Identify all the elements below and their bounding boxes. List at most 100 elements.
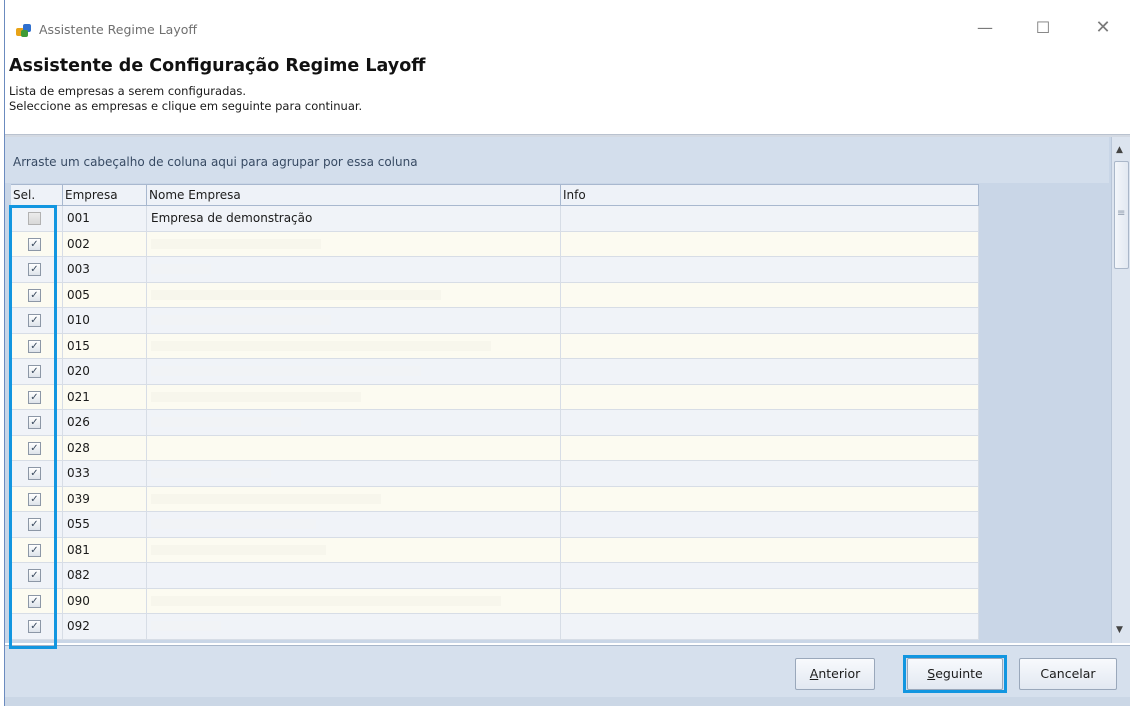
scroll-up-arrow-icon[interactable]: ▲ <box>1116 145 1123 155</box>
cancelar-button[interactable]: Cancelar <box>1019 658 1117 690</box>
page-title: Assistente de Configuração Regime Layoff <box>9 56 426 76</box>
vertical-scrollbar[interactable]: ▲ ≡ ▼ <box>1111 137 1130 643</box>
empresa-cell: 005 <box>63 282 147 307</box>
row-checkbox[interactable]: ✓ <box>28 212 41 225</box>
nome-empresa-cell <box>147 512 561 537</box>
group-by-hint: Arraste um cabeçalho de coluna aqui para… <box>13 155 418 169</box>
row-checkbox[interactable]: ✓ <box>28 620 41 633</box>
grip-icon: ≡ <box>1117 208 1126 219</box>
empresa-cell: 082 <box>63 563 147 588</box>
table-row[interactable]: ✓ 021 <box>11 384 979 410</box>
column-header-empresa[interactable]: Empresa <box>63 185 147 205</box>
redacted-name <box>151 238 321 249</box>
sel-cell: ✓ <box>11 384 63 409</box>
column-header-nome-empresa[interactable]: Nome Empresa <box>147 185 561 205</box>
table-row[interactable]: ✓ 005 <box>11 282 979 308</box>
sel-cell: ✓ <box>11 333 63 358</box>
nome-empresa-cell <box>147 384 561 409</box>
sel-cell: ✓ <box>11 537 63 562</box>
redacted-name <box>151 595 501 606</box>
nome-empresa-cell <box>147 486 561 511</box>
info-cell <box>561 384 979 409</box>
row-checkbox[interactable]: ✓ <box>28 543 41 557</box>
wizard-window: Assistente Regime Layoff — ☐ ✕ Assistent… <box>4 0 1130 706</box>
table-row[interactable]: ✓ 010 <box>11 308 979 334</box>
row-checkbox[interactable]: ✓ <box>28 365 41 378</box>
info-cell <box>561 333 979 358</box>
nome-empresa-cell <box>147 614 561 639</box>
table-row[interactable]: ✓ 015 <box>11 333 979 359</box>
column-header-info[interactable]: Info <box>561 185 979 205</box>
empresa-cell: 026 <box>63 410 147 435</box>
row-checkbox[interactable]: ✓ <box>28 314 41 327</box>
sel-cell: ✓ <box>11 588 63 613</box>
app-icon <box>16 24 31 37</box>
info-cell <box>561 257 979 282</box>
row-checkbox[interactable]: ✓ <box>28 492 41 506</box>
row-checkbox[interactable]: ✓ <box>28 467 41 480</box>
empresa-cell: 039 <box>63 486 147 511</box>
redacted-name <box>151 315 331 325</box>
info-cell <box>561 206 979 231</box>
empresa-cell: 001 <box>63 206 147 231</box>
empresa-cell: 003 <box>63 257 147 282</box>
table-row[interactable]: ✓ 081 <box>11 537 979 563</box>
window-title: Assistente Regime Layoff <box>39 22 197 37</box>
table-row[interactable]: ✓ 020 <box>11 359 979 385</box>
redacted-name <box>151 621 221 631</box>
close-button[interactable]: ✕ <box>1089 16 1117 40</box>
info-cell <box>561 537 979 562</box>
empresa-cell: 033 <box>63 461 147 486</box>
seguinte-button[interactable]: Seguinte <box>907 658 1003 690</box>
group-by-panel[interactable]: Arraste um cabeçalho de coluna aqui para… <box>5 137 1109 183</box>
table-row[interactable]: ✓ 003 <box>11 257 979 283</box>
maximize-button[interactable]: ☐ <box>1029 16 1057 40</box>
table-row[interactable]: ✓ 082 <box>11 563 979 589</box>
row-checkbox[interactable]: ✓ <box>28 569 41 582</box>
row-checkbox[interactable]: ✓ <box>28 416 41 429</box>
row-checkbox[interactable]: ✓ <box>28 518 41 531</box>
row-checkbox[interactable]: ✓ <box>28 263 41 276</box>
table-row[interactable]: ✓ 092 <box>11 614 979 640</box>
info-cell <box>561 308 979 333</box>
redacted-name <box>151 264 211 274</box>
nome-empresa-text: Empresa de demonstração <box>151 211 313 225</box>
redacted-name <box>151 366 421 376</box>
table-row[interactable]: ✓ 033 <box>11 461 979 487</box>
row-checkbox[interactable]: ✓ <box>28 390 41 404</box>
minimize-button[interactable]: — <box>971 16 999 40</box>
row-checkbox[interactable]: ✓ <box>28 339 41 353</box>
sel-cell: ✓ <box>11 563 63 588</box>
table-row[interactable]: ✓ 090 <box>11 588 979 614</box>
window-bottom-edge <box>5 697 1130 706</box>
redacted-name <box>151 493 381 504</box>
empresa-cell: 092 <box>63 614 147 639</box>
sel-cell: ✓ <box>11 282 63 307</box>
scroll-thumb[interactable]: ≡ <box>1114 161 1129 269</box>
redacted-name <box>151 289 441 300</box>
column-header-sel[interactable]: Sel. <box>11 185 63 205</box>
info-cell <box>561 563 979 588</box>
row-checkbox[interactable]: ✓ <box>28 237 41 251</box>
table-row[interactable]: ✓ 055 <box>11 512 979 538</box>
anterior-button[interactable]: Anterior <box>795 658 875 690</box>
scroll-down-arrow-icon[interactable]: ▼ <box>1116 625 1123 635</box>
row-checkbox[interactable]: ✓ <box>28 441 41 455</box>
sel-cell: ✓ <box>11 359 63 384</box>
table-row[interactable]: ✓ 001 Empresa de demonstração <box>11 206 979 232</box>
redacted-name <box>151 391 361 402</box>
nome-empresa-cell <box>147 359 561 384</box>
empresa-cell: 090 <box>63 588 147 613</box>
empresa-cell: 015 <box>63 333 147 358</box>
table-row[interactable]: ✓ 026 <box>11 410 979 436</box>
nome-empresa-cell <box>147 308 561 333</box>
table-row[interactable]: ✓ 028 <box>11 435 979 461</box>
anterior-label: nterior <box>818 666 861 681</box>
table-row[interactable]: ✓ 039 <box>11 486 979 512</box>
row-checkbox[interactable]: ✓ <box>28 594 41 608</box>
sel-cell: ✓ <box>11 231 63 256</box>
row-checkbox[interactable]: ✓ <box>28 288 41 302</box>
table-row[interactable]: ✓ 002 <box>11 231 979 257</box>
empresa-cell: 081 <box>63 537 147 562</box>
info-cell <box>561 512 979 537</box>
